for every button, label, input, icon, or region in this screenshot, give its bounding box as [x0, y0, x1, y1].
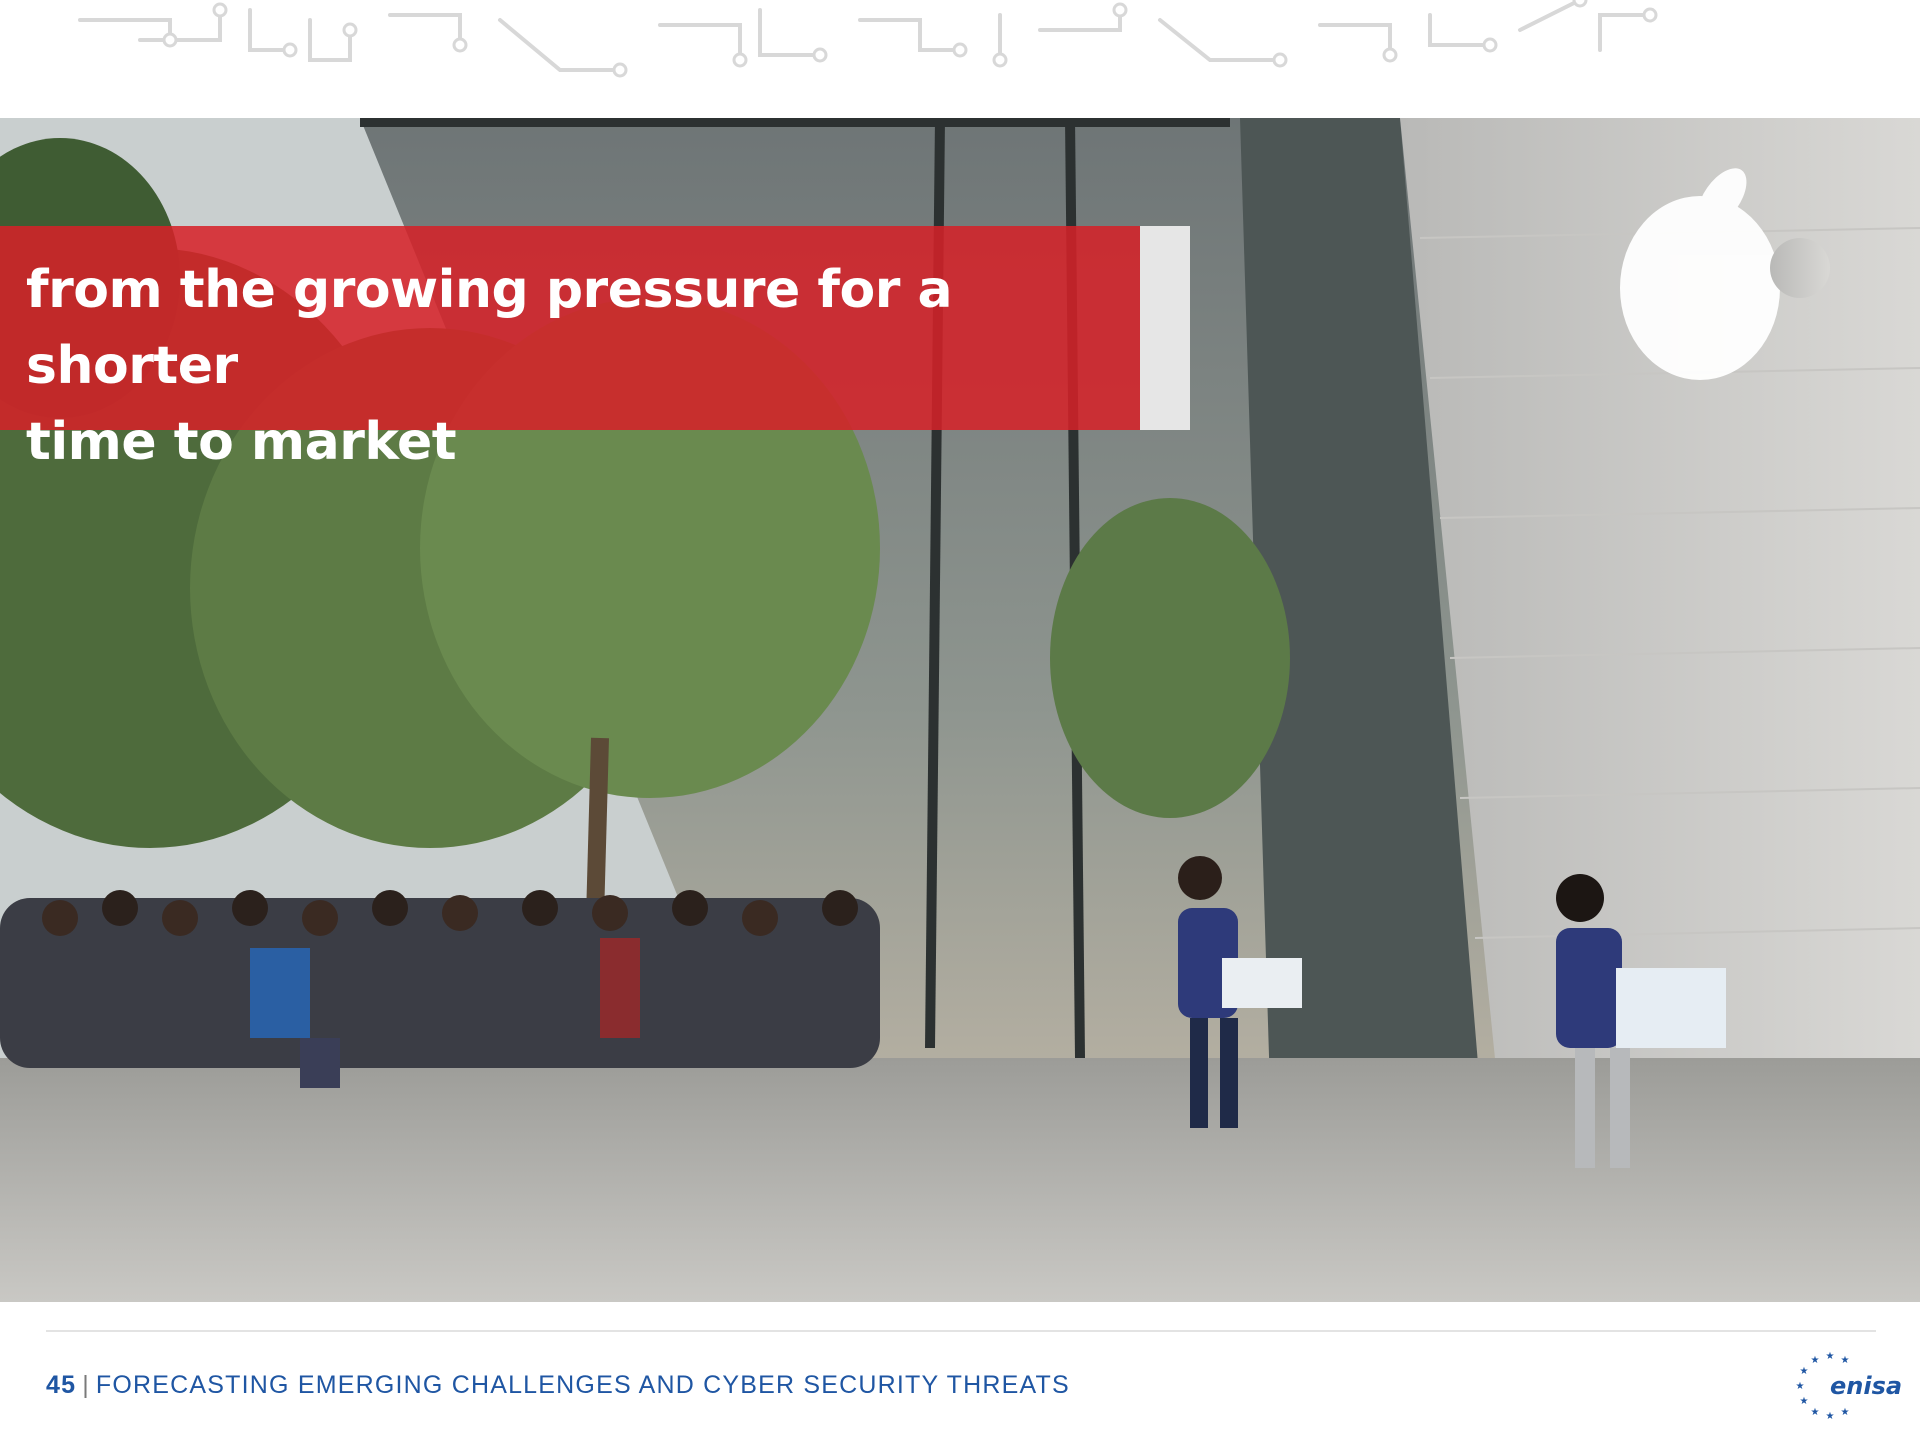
star-icon: ★	[1796, 1381, 1805, 1392]
star-icon: ★	[1826, 1411, 1835, 1422]
circuit-trace	[1518, 0, 1582, 32]
circuit-trace	[1598, 13, 1652, 52]
circuit-node	[1642, 7, 1658, 23]
circuit-node	[1482, 37, 1498, 53]
star-icon: ★	[1811, 1355, 1820, 1366]
caption-line-2: time to market	[26, 412, 457, 472]
circuit-trace	[1318, 23, 1392, 57]
circuit-node	[732, 52, 748, 68]
caption-text: from the growing pressure for a shorter …	[26, 252, 1126, 480]
circuit-node	[1572, 0, 1588, 8]
circuit-trace	[78, 18, 172, 42]
enisa-logo: enisa	[1830, 1372, 1903, 1400]
caption-banner-edge	[1140, 226, 1190, 430]
circuit-trace	[1038, 8, 1122, 32]
circuit-trace	[248, 8, 292, 52]
circuit-node	[952, 42, 968, 58]
circuit-trace	[1158, 18, 1282, 62]
circuit-node	[282, 42, 298, 58]
footer: 45 | FORECASTING EMERGING CHALLENGES AND C…	[46, 1371, 1070, 1400]
circuit-node	[812, 47, 828, 63]
circuit-trace	[138, 8, 222, 42]
circuit-node	[212, 2, 228, 18]
footer-title: FORECASTING EMERGING CHALLENGES AND CYBE…	[95, 1371, 1070, 1399]
circuit-trace	[658, 23, 742, 62]
caption-line-1: from the growing pressure for a shorter	[26, 260, 953, 396]
circuit-trace	[498, 18, 622, 72]
circuit-trace	[858, 18, 962, 52]
circuit-node	[1272, 52, 1288, 68]
circuit-trace	[758, 8, 822, 57]
circuit-pattern-icon	[78, 0, 1658, 78]
circuit-trace	[1428, 13, 1492, 47]
footer-divider	[46, 1330, 1876, 1332]
star-icon: ★	[1811, 1407, 1820, 1418]
circuit-node	[612, 62, 628, 78]
footer-separator: |	[82, 1371, 90, 1399]
slide: from the growing pressure for a shorter …	[0, 0, 1920, 1440]
circuit-node	[1382, 47, 1398, 63]
star-icon: ★	[1841, 1355, 1850, 1366]
circuit-node	[162, 32, 178, 48]
star-icon: ★	[1841, 1407, 1850, 1418]
circuit-trace	[388, 13, 462, 47]
circuit-node	[452, 37, 468, 53]
circuit-node	[342, 22, 358, 38]
page-number: 45	[46, 1371, 77, 1399]
circuit-node	[992, 52, 1008, 68]
circuit-node	[1112, 2, 1128, 18]
star-icon: ★	[1800, 1366, 1809, 1377]
star-icon: ★	[1826, 1351, 1835, 1362]
star-icon: ★	[1800, 1396, 1809, 1407]
